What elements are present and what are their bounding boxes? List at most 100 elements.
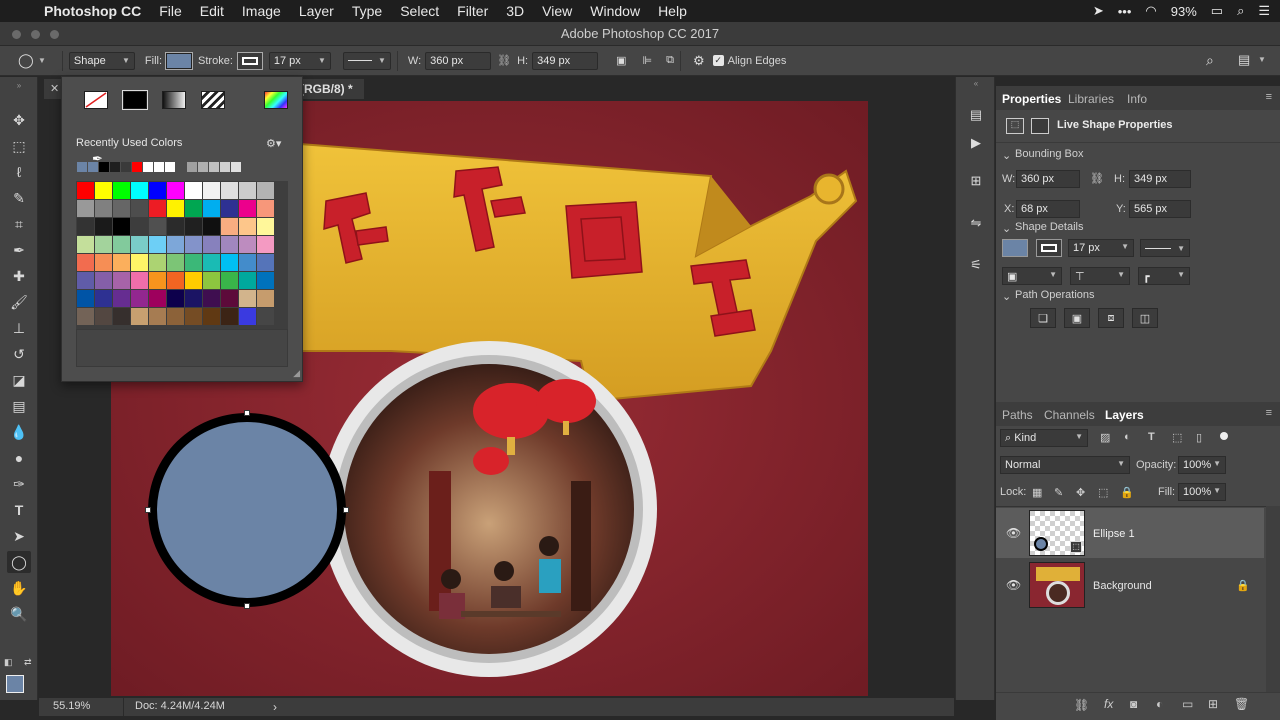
color-swatch[interactable] xyxy=(221,236,238,253)
layer-row-ellipse-1[interactable]: 👁 ⬚ Ellipse 1 xyxy=(996,508,1264,558)
opacity-field[interactable]: 100% ▼ xyxy=(1178,456,1226,474)
zoom-level[interactable]: 55.19% xyxy=(53,700,90,712)
delete-layer-icon[interactable]: 🗑 xyxy=(1234,697,1249,711)
dodge-tool-icon[interactable]: ● xyxy=(7,447,31,469)
color-swatch[interactable] xyxy=(131,290,148,307)
recent-color-swatch[interactable] xyxy=(132,162,142,172)
eye-icon[interactable]: 👁 xyxy=(1006,578,1021,592)
color-swatch[interactable] xyxy=(95,182,112,199)
brush-panel-icon[interactable]: ⇋ xyxy=(964,213,988,233)
close-icon[interactable]: ✕ xyxy=(50,82,59,95)
recent-color-swatch[interactable] xyxy=(143,162,153,172)
color-swatch[interactable] xyxy=(95,254,112,271)
chevron-down-icon[interactable]: ⌄ xyxy=(1002,149,1011,162)
color-swatch[interactable] xyxy=(185,290,202,307)
color-swatch[interactable] xyxy=(239,236,256,253)
color-swatch[interactable] xyxy=(113,308,130,325)
recent-color-swatch[interactable] xyxy=(231,162,241,172)
width-field[interactable]: 360 px xyxy=(425,51,492,70)
recent-color-swatch[interactable] xyxy=(187,162,197,172)
stroke-type-select[interactable]: ▼ xyxy=(342,51,391,70)
filter-pixel-layers-icon[interactable]: ▨ xyxy=(1100,431,1110,444)
tab-info[interactable]: Info xyxy=(1127,92,1147,106)
color-swatch[interactable] xyxy=(113,254,130,271)
panel-menu-icon[interactable]: ≡ xyxy=(1266,407,1272,419)
resize-grip-icon[interactable]: ◢ xyxy=(293,368,300,379)
link-dimensions-icon[interactable]: ⛓ xyxy=(497,54,511,67)
battery-icon[interactable]: ▭ xyxy=(1211,3,1223,19)
default-colors-icon[interactable]: ◧ xyxy=(4,657,13,668)
color-picker-button[interactable] xyxy=(264,91,288,109)
location-icon[interactable]: ➤ xyxy=(1093,3,1104,19)
color-swatch[interactable] xyxy=(185,308,202,325)
crop-tool-icon[interactable]: ⌗ xyxy=(7,213,31,235)
menu-filter[interactable]: Filter xyxy=(457,3,488,19)
fill-field[interactable]: 100% ▼ xyxy=(1178,483,1226,501)
color-swatch[interactable] xyxy=(95,290,112,307)
filter-type-layers-icon[interactable]: T xyxy=(1148,431,1155,443)
chevron-down-icon[interactable]: ⌄ xyxy=(1002,222,1011,235)
color-swatch[interactable] xyxy=(203,308,220,325)
chevron-down-icon[interactable]: ▼ xyxy=(1258,55,1266,64)
path-operations-icon[interactable]: ▣ xyxy=(616,54,626,67)
color-swatch[interactable] xyxy=(203,272,220,289)
color-swatch[interactable] xyxy=(131,254,148,271)
healing-brush-tool-icon[interactable]: ✚ xyxy=(7,265,31,287)
search-icon[interactable]: ⌕ xyxy=(1206,52,1214,69)
pattern-fill-button[interactable] xyxy=(201,91,225,109)
layer-style-icon[interactable]: fx xyxy=(1104,697,1113,711)
color-swatch[interactable] xyxy=(203,290,220,307)
color-swatch[interactable] xyxy=(131,182,148,199)
color-swatch[interactable] xyxy=(113,200,130,217)
eraser-tool-icon[interactable]: ◪ xyxy=(7,369,31,391)
color-swatch[interactable] xyxy=(113,272,130,289)
color-swatch[interactable] xyxy=(203,182,220,199)
height-field[interactable]: 349 px xyxy=(1129,170,1191,188)
y-field[interactable]: 565 px xyxy=(1129,200,1191,218)
color-swatch[interactable] xyxy=(149,200,166,217)
fill-swatch-button[interactable] xyxy=(165,51,194,70)
app-menu[interactable]: Photoshop CC xyxy=(44,3,141,19)
transform-handle-right[interactable] xyxy=(343,507,349,513)
lasso-tool-icon[interactable]: ℓ xyxy=(7,161,31,183)
color-swatch[interactable] xyxy=(221,218,238,235)
path-alignment-icon[interactable]: ⊫ xyxy=(643,54,653,67)
recent-color-swatch[interactable] xyxy=(176,162,186,172)
filter-adjustment-layers-icon[interactable]: ◐ xyxy=(1124,431,1131,443)
spotlight-search-icon[interactable]: ⌕ xyxy=(1237,3,1244,19)
new-group-icon[interactable]: ▭ xyxy=(1182,697,1193,711)
color-swatch[interactable] xyxy=(185,272,202,289)
color-swatch[interactable] xyxy=(77,272,94,289)
color-swatch[interactable] xyxy=(149,308,166,325)
color-swatch[interactable] xyxy=(221,290,238,307)
solid-color-button[interactable] xyxy=(122,90,148,110)
color-swatch[interactable] xyxy=(257,308,274,325)
color-swatch[interactable] xyxy=(239,272,256,289)
brush-tool-icon[interactable]: 🖌 xyxy=(7,291,31,313)
stroke-width-field[interactable]: 17 px ▼ xyxy=(268,51,331,70)
intersect-shape-areas-button[interactable]: ⧈ xyxy=(1098,308,1124,328)
eyedropper-tool-icon[interactable]: ✒ xyxy=(7,239,31,261)
lock-position-icon[interactable]: ✥ xyxy=(1076,486,1085,499)
combine-shapes-button[interactable]: ❏ xyxy=(1030,308,1056,328)
menu-layer[interactable]: Layer xyxy=(299,3,334,19)
chevron-down-icon[interactable]: ⌄ xyxy=(1002,290,1011,303)
eye-icon[interactable]: 👁 xyxy=(1006,526,1021,540)
color-swatch[interactable] xyxy=(203,254,220,271)
gear-icon[interactable]: ⚙ xyxy=(693,53,705,69)
x-field[interactable]: 68 px xyxy=(1016,200,1080,218)
color-swatch[interactable] xyxy=(185,182,202,199)
lock-artboards-icon[interactable]: ⬚ xyxy=(1098,486,1108,499)
color-swatch[interactable] xyxy=(113,182,130,199)
color-swatch[interactable] xyxy=(257,290,274,307)
filter-toggle-icon[interactable] xyxy=(1220,432,1228,440)
more-icon[interactable]: ••• xyxy=(1118,4,1132,19)
link-layers-icon[interactable]: ⛓ xyxy=(1074,698,1089,712)
adjustments-panel-icon[interactable]: ⊞ xyxy=(964,171,988,191)
tab-paths[interactable]: Paths xyxy=(1002,408,1033,422)
layer-name[interactable]: Background xyxy=(1093,580,1152,592)
color-swatch[interactable] xyxy=(167,308,184,325)
tab-channels[interactable]: Channels xyxy=(1044,408,1095,422)
color-swatch[interactable] xyxy=(167,272,184,289)
stroke-swatch-button[interactable] xyxy=(236,51,263,70)
